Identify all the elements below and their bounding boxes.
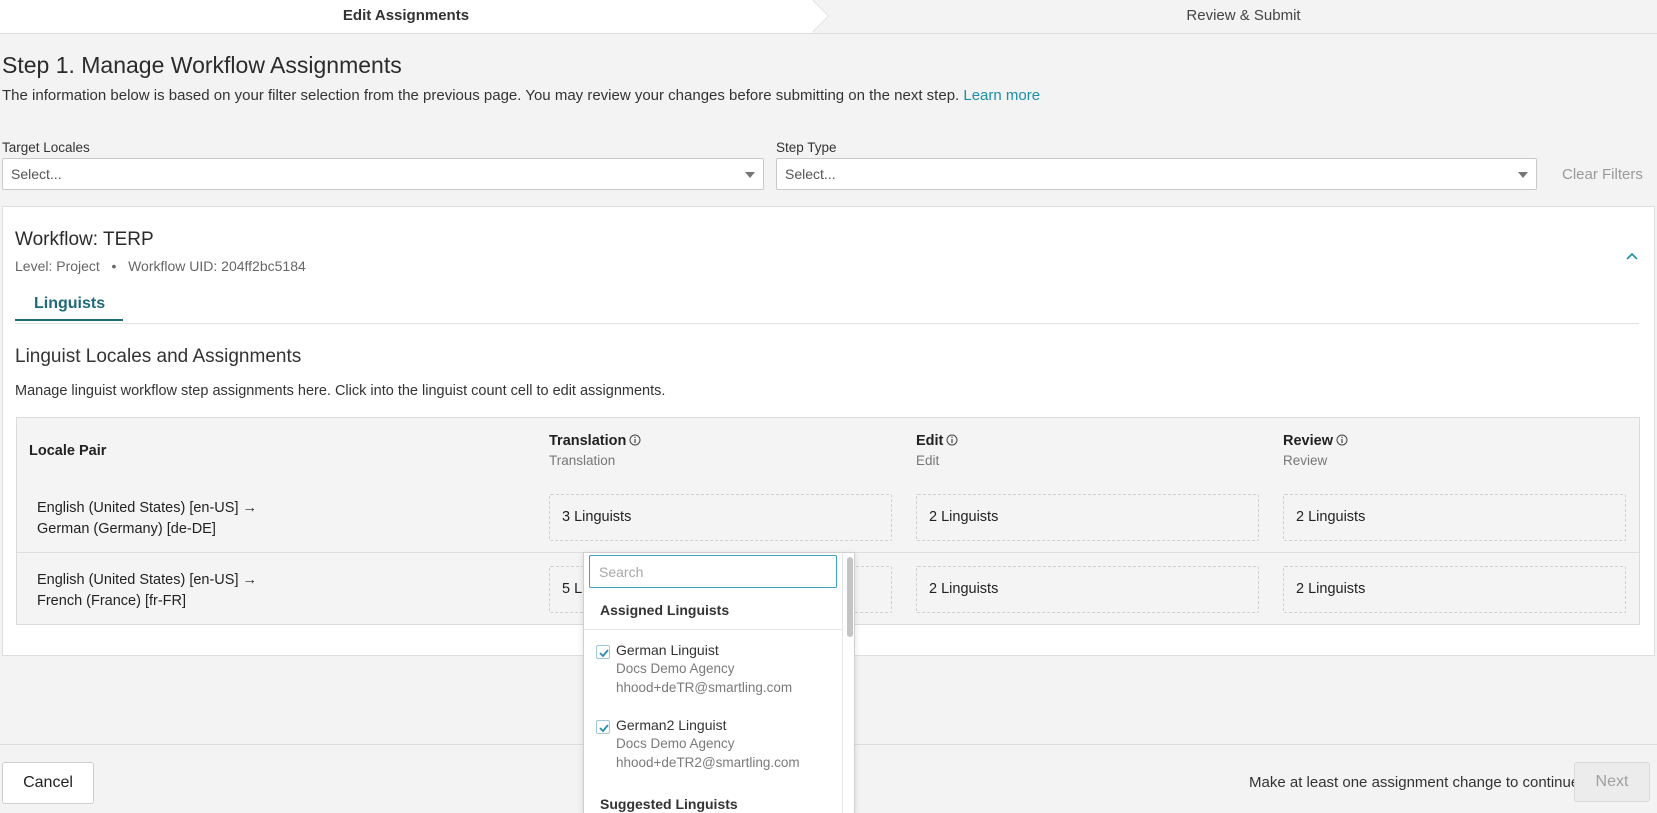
scrollbar-thumb[interactable] xyxy=(847,557,853,637)
step-review-submit: Review & Submit xyxy=(1186,7,1301,24)
linguist-agency: Docs Demo Agency xyxy=(616,736,735,751)
page-title: Step 1. Manage Workflow Assignments xyxy=(2,52,402,78)
step-edit-assignments: Edit Assignments xyxy=(342,7,470,24)
linguist-count: 2 Linguists xyxy=(1296,581,1366,597)
locale-source: English (United States) [en-US] → xyxy=(37,572,258,588)
assigned-linguists-header: Assigned Linguists xyxy=(600,602,730,618)
footer-message: Make at least one assignment change to c… xyxy=(1249,774,1584,791)
workflow-meta: Level: Project • Workflow UID: 204ff2bc5… xyxy=(15,258,306,274)
col-header-translation-label: Translation xyxy=(549,433,627,449)
review-linguist-count-cell[interactable]: 2 Linguists xyxy=(1283,566,1626,613)
linguist-count: 2 Linguists xyxy=(929,509,999,525)
col-header-review: Review xyxy=(1283,433,1348,449)
tab-linguists-label: Linguists xyxy=(34,295,106,312)
chevron-up-icon[interactable] xyxy=(1625,250,1639,264)
linguist-count: 2 Linguists xyxy=(1296,509,1366,525)
linguist-search-input[interactable] xyxy=(589,555,837,588)
linguist-name: German2 Linguist xyxy=(616,717,727,733)
locale-pair-cell: English (United States) [en-US] → French… xyxy=(37,570,257,612)
edit-linguist-count-cell[interactable]: 2 Linguists xyxy=(916,494,1259,541)
tab-linguists[interactable]: Linguists xyxy=(15,289,123,321)
suggested-linguists-header: Suggested Linguists xyxy=(600,796,738,812)
chevron-down-icon xyxy=(1518,172,1528,178)
checkbox[interactable] xyxy=(596,720,610,734)
dropdown-scrollbar[interactable] xyxy=(842,553,854,813)
checkbox[interactable] xyxy=(596,645,610,659)
checkmark-icon xyxy=(599,649,609,658)
target-locales-placeholder: Select... xyxy=(11,166,62,182)
cancel-button[interactable]: Cancel xyxy=(2,762,94,804)
linguist-name: German Linguist xyxy=(616,642,719,658)
col-subheader-edit: Edit xyxy=(916,453,940,468)
step-type-label: Step Type xyxy=(776,140,837,155)
info-icon[interactable] xyxy=(946,434,958,446)
next-button[interactable]: Next xyxy=(1574,762,1650,802)
locale-target: French (France) [fr-FR] xyxy=(37,593,187,609)
workflow-title: Workflow: TERP xyxy=(15,229,154,250)
target-locales-label: Target Locales xyxy=(2,140,90,155)
linguist-count: 3 Linguists xyxy=(562,509,632,525)
linguist-count: 5 Li xyxy=(562,581,586,597)
col-header-edit: Edit xyxy=(916,433,958,449)
locale-source: English (United States) [en-US] → xyxy=(37,500,258,516)
workflow-level: Level: Project xyxy=(15,258,100,274)
section-description: Manage linguist workflow step assignment… xyxy=(15,383,666,399)
step-type-select[interactable]: Select... xyxy=(776,158,1537,190)
locale-pair-cell: English (United States) [en-US] → German… xyxy=(37,498,257,540)
learn-more-link[interactable]: Learn more xyxy=(963,87,1040,104)
clear-filters-button[interactable]: Clear Filters xyxy=(1562,166,1643,183)
linguist-picker-dropdown: Assigned Linguists German Linguist Docs … xyxy=(583,552,855,813)
tab-divider xyxy=(15,323,1639,324)
wizard-stepper: Edit Assignments Review & Submit xyxy=(0,0,1657,34)
workflow-uid: Workflow UID: 204ff2bc5184 xyxy=(128,258,306,274)
step-type-placeholder: Select... xyxy=(785,166,836,182)
info-icon[interactable] xyxy=(1336,434,1348,446)
step-arrow xyxy=(812,0,828,32)
col-subheader-translation: Translation xyxy=(549,453,616,468)
col-header-locale-pair: Locale Pair xyxy=(29,443,107,459)
info-icon[interactable] xyxy=(629,434,641,446)
page-description-text: The information below is based on your f… xyxy=(2,87,960,104)
col-header-translation: Translation xyxy=(549,433,641,449)
group-divider xyxy=(584,629,842,630)
linguist-count: 2 Linguists xyxy=(929,581,999,597)
linguist-email: hhood+deTR@smartling.com xyxy=(616,680,793,695)
linguist-email: hhood+deTR2@smartling.com xyxy=(616,755,800,770)
chevron-down-icon xyxy=(745,172,755,178)
target-locales-select[interactable]: Select... xyxy=(2,158,764,190)
edit-linguist-count-cell[interactable]: 2 Linguists xyxy=(916,566,1259,613)
translation-linguist-count-cell[interactable]: 3 Linguists xyxy=(549,494,892,541)
meta-separator-dot: • xyxy=(103,258,125,274)
section-title: Linguist Locales and Assignments xyxy=(15,346,302,367)
col-subheader-review: Review xyxy=(1283,453,1328,468)
col-header-review-label: Review xyxy=(1283,433,1333,449)
linguist-agency: Docs Demo Agency xyxy=(616,661,735,676)
review-linguist-count-cell[interactable]: 2 Linguists xyxy=(1283,494,1626,541)
locale-target: German (Germany) [de-DE] xyxy=(37,521,216,537)
col-header-edit-label: Edit xyxy=(916,433,944,449)
page-description: The information below is based on your f… xyxy=(2,87,1040,104)
checkmark-icon xyxy=(599,724,609,733)
